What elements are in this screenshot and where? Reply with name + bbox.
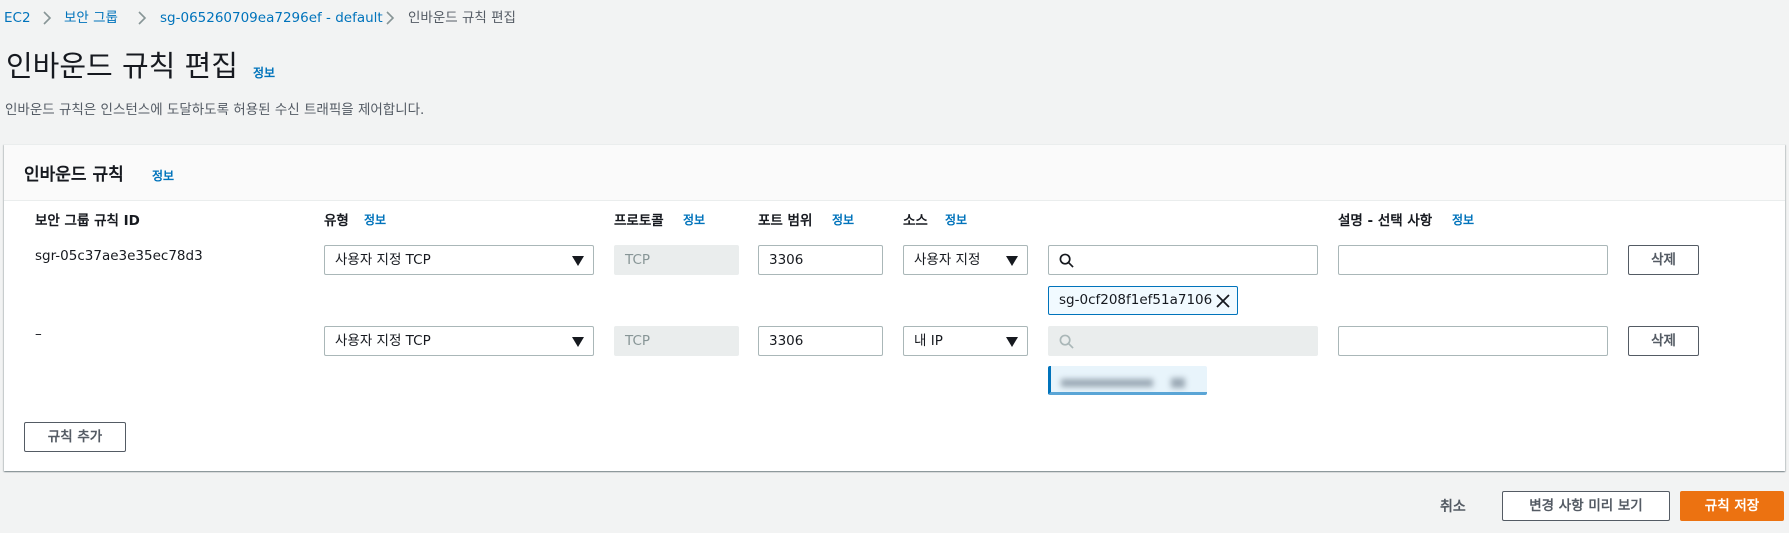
add-rule-button[interactable]: 규칙 추가 — [24, 422, 126, 452]
caret-down-icon — [572, 337, 584, 347]
preview-changes-button[interactable]: 변경 사항 미리 보기 — [1502, 491, 1670, 521]
protocol-value: TCP — [625, 333, 651, 349]
source-select[interactable]: 사용자 지정 — [903, 245, 1028, 275]
delete-rule-button[interactable]: 삭제 — [1628, 245, 1699, 275]
save-rules-button[interactable]: 규칙 저장 — [1680, 491, 1784, 521]
port-range-input[interactable]: 3306 — [758, 326, 883, 356]
source-select[interactable]: 내 IP — [903, 326, 1028, 356]
source-token-redacted — [1048, 366, 1207, 395]
search-icon — [1059, 253, 1074, 268]
port-range-value: 3306 — [769, 333, 804, 349]
port-range-value: 3306 — [769, 252, 804, 268]
source-token: sg-0cf208f1ef51a7106 — [1048, 286, 1238, 315]
col-protocol-info-link[interactable]: 정보 — [683, 211, 705, 228]
type-select[interactable]: 사용자 지정 TCP — [324, 245, 594, 275]
panel-info-link[interactable]: 정보 — [152, 167, 174, 184]
panel-header — [4, 145, 1785, 201]
col-source: 소스 — [903, 213, 928, 229]
breadcrumb-current: 인바운드 규칙 편집 — [408, 10, 516, 26]
page-description: 인바운드 규칙은 인스턴스에 도달하도록 허용된 수신 트래픽을 제어합니다. — [5, 102, 425, 118]
breadcrumb-security-group[interactable]: sg-065260709ea7296ef - default — [160, 9, 383, 27]
delete-rule-button[interactable]: 삭제 — [1628, 326, 1699, 356]
chevron-right-icon — [138, 11, 147, 25]
caret-down-icon — [1006, 337, 1018, 347]
col-source-info-link[interactable]: 정보 — [945, 211, 967, 228]
rule-id: sgr-05c37ae3e35ec78d3 — [35, 248, 203, 264]
col-port-range: 포트 범위 — [758, 213, 813, 229]
protocol-value: TCP — [625, 252, 651, 268]
description-input[interactable] — [1338, 245, 1608, 275]
protocol-field: TCP — [614, 326, 739, 356]
caret-down-icon — [572, 256, 584, 266]
panel-title: 인바운드 규칙 — [24, 165, 124, 185]
port-range-input[interactable]: 3306 — [758, 245, 883, 275]
redacted-text-shape — [1061, 378, 1185, 388]
source-search-input — [1048, 326, 1318, 356]
col-type-info-link[interactable]: 정보 — [364, 211, 386, 228]
col-rule-id: 보안 그룹 규칙 ID — [35, 213, 140, 229]
breadcrumb-security-groups[interactable]: 보안 그룹 — [64, 9, 118, 27]
redacted-ip — [1061, 374, 1191, 388]
chevron-right-icon — [386, 11, 395, 25]
col-protocol: 프로토콜 — [614, 213, 664, 229]
col-type: 유형 — [324, 213, 349, 229]
chevron-right-icon — [43, 11, 52, 25]
close-icon[interactable] — [1215, 293, 1231, 309]
type-select-value: 사용자 지정 TCP — [335, 252, 431, 268]
page-info-link[interactable]: 정보 — [253, 64, 275, 81]
caret-down-icon — [1006, 256, 1018, 266]
source-select-value: 사용자 지정 — [914, 252, 981, 268]
col-description-info-link[interactable]: 정보 — [1452, 211, 1474, 228]
description-input[interactable] — [1338, 326, 1608, 356]
protocol-field: TCP — [614, 245, 739, 275]
source-select-value: 내 IP — [914, 333, 943, 349]
page-title: 인바운드 규칙 편집 — [6, 49, 238, 83]
source-token-label: sg-0cf208f1ef51a7106 — [1059, 292, 1213, 308]
rule-id: – — [35, 326, 42, 342]
cancel-button[interactable]: 취소 — [1440, 496, 1466, 516]
type-select-value: 사용자 지정 TCP — [335, 333, 431, 349]
col-port-info-link[interactable]: 정보 — [832, 211, 854, 228]
search-icon — [1059, 334, 1074, 349]
col-description: 설명 - 선택 사항 — [1338, 213, 1433, 229]
type-select[interactable]: 사용자 지정 TCP — [324, 326, 594, 356]
source-search-input[interactable] — [1048, 245, 1318, 275]
breadcrumb-ec2[interactable]: EC2 — [4, 9, 31, 27]
